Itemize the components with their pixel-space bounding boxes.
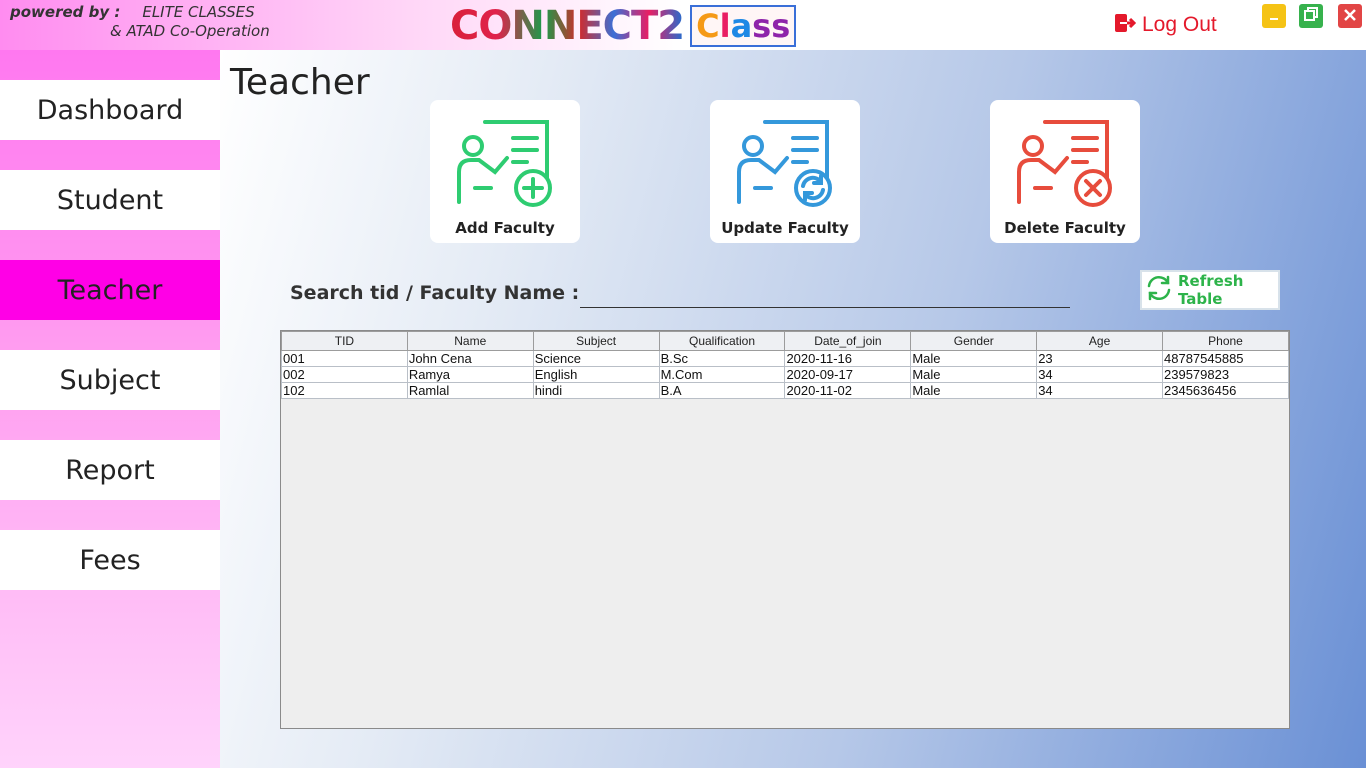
column-header[interactable]: Name <box>406 331 534 351</box>
sidebar-item-dashboard[interactable]: Dashboard <box>0 80 220 140</box>
faculty-table[interactable]: TID Name Subject Qualification Date_of_j… <box>280 330 1290 729</box>
column-header[interactable]: Gender <box>910 331 1038 351</box>
table-cell: B.A <box>658 382 786 399</box>
update-faculty-icon <box>735 100 835 215</box>
table-cell: 239579823 <box>1162 366 1289 383</box>
minimize-button[interactable] <box>1262 4 1286 28</box>
org-name-1: ELITE CLASSES <box>142 3 255 21</box>
close-icon <box>1343 7 1357 26</box>
table-cell: 002 <box>281 366 408 383</box>
powered-by-label: powered by : <box>10 3 121 21</box>
org-name-2: & ATAD Co-Operation <box>110 22 270 40</box>
table-cell: 001 <box>281 350 408 367</box>
table-cell: B.Sc <box>658 350 786 367</box>
close-button[interactable] <box>1338 4 1362 28</box>
restore-button[interactable] <box>1299 4 1323 28</box>
table-row[interactable]: 002 Ramya English M.Com 2020-09-17 Male … <box>281 366 1289 383</box>
refresh-table-button[interactable]: Refresh Table <box>1140 270 1280 310</box>
table-cell: 2020-11-02 <box>784 382 912 399</box>
column-header[interactable]: TID <box>281 331 408 351</box>
update-faculty-button[interactable]: Update Faculty <box>710 100 860 243</box>
powered-by-text: powered by : ELITE CLASSES & ATAD Co-Oper… <box>10 3 270 41</box>
column-header[interactable]: Phone <box>1162 331 1289 351</box>
restore-icon <box>1303 6 1319 26</box>
table-cell: Ramlal <box>406 382 534 399</box>
table-cell: 2020-09-17 <box>784 366 912 383</box>
sidebar-item-fees[interactable]: Fees <box>0 530 220 590</box>
delete-faculty-label: Delete Faculty <box>1004 219 1126 237</box>
table-cell: Science <box>532 350 660 367</box>
main-panel: Teacher Add Faculty Update Faculty Delet… <box>220 50 1366 768</box>
table-header-row: TID Name Subject Qualification Date_of_j… <box>281 331 1289 351</box>
table-cell: 34 <box>1036 366 1163 383</box>
table-cell: 2020-11-16 <box>784 350 912 367</box>
table-cell: Male <box>910 382 1038 399</box>
table-cell: John Cena <box>406 350 534 367</box>
column-header[interactable]: Qualification <box>658 331 786 351</box>
table-cell: Male <box>910 366 1038 383</box>
table-cell: English <box>532 366 660 383</box>
logout-label: Log Out <box>1142 13 1217 36</box>
table-cell: Male <box>910 350 1038 367</box>
top-bar: powered by : ELITE CLASSES & ATAD Co-Oper… <box>0 0 1366 50</box>
add-faculty-button[interactable]: Add Faculty <box>430 100 580 243</box>
column-header[interactable]: Age <box>1036 331 1163 351</box>
table-cell: Ramya <box>406 366 534 383</box>
table-cell: 23 <box>1036 350 1163 367</box>
column-header[interactable]: Subject <box>532 331 660 351</box>
minimize-icon <box>1267 7 1281 26</box>
table-row[interactable]: 001 John Cena Science B.Sc 2020-11-16 Ma… <box>281 350 1289 367</box>
refresh-table-label: Refresh Table <box>1178 272 1244 308</box>
delete-faculty-button[interactable]: Delete Faculty <box>990 100 1140 243</box>
sidebar-item-teacher[interactable]: Teacher <box>0 260 220 320</box>
sidebar: Dashboard Student Teacher Subject Report… <box>0 50 220 768</box>
refresh-icon <box>1144 274 1174 306</box>
delete-faculty-icon <box>1015 100 1115 215</box>
page-title: Teacher <box>230 62 370 103</box>
sidebar-item-student[interactable]: Student <box>0 170 220 230</box>
table-cell: 102 <box>281 382 408 399</box>
logout-icon <box>1114 12 1137 38</box>
table-cell: hindi <box>532 382 660 399</box>
sidebar-item-subject[interactable]: Subject <box>0 350 220 410</box>
search-input[interactable] <box>580 282 1070 308</box>
app-logo: CONNECT2 Class <box>450 3 797 49</box>
logo-class: Class <box>690 5 797 47</box>
logout-button[interactable]: Log Out <box>1114 12 1217 38</box>
table-cell: 34 <box>1036 382 1163 399</box>
update-faculty-label: Update Faculty <box>721 219 849 237</box>
search-label: Search tid / Faculty Name : <box>290 282 580 304</box>
logo-connect: CONNECT2 <box>450 3 685 49</box>
sidebar-item-report[interactable]: Report <box>0 440 220 500</box>
table-cell: M.Com <box>658 366 786 383</box>
add-faculty-label: Add Faculty <box>455 219 555 237</box>
table-row[interactable]: 102 Ramlal hindi B.A 2020-11-02 Male 34 … <box>281 382 1289 399</box>
table-cell: 2345636456 <box>1162 382 1289 399</box>
table-cell: 48787545885 <box>1162 350 1289 367</box>
column-header[interactable]: Date_of_join <box>784 331 912 351</box>
add-faculty-icon <box>455 100 555 215</box>
